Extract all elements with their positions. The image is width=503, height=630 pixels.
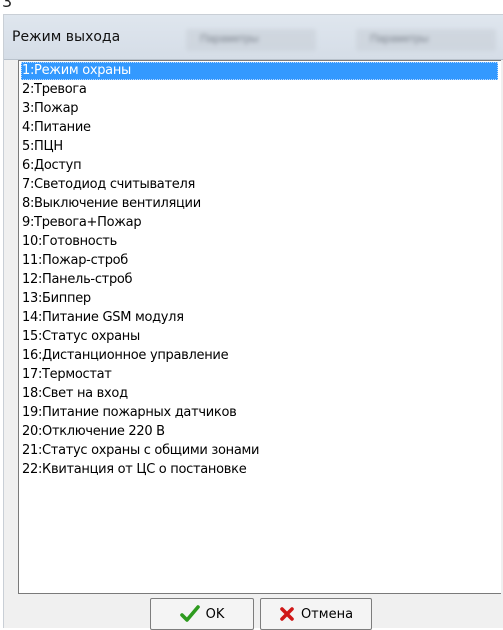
list-item[interactable]: 19:Питание пожарных датчиков [21, 404, 237, 422]
exit-mode-dialog: Режим выхода Параметры Параметры 1:Режим… [3, 14, 503, 630]
background-tab: Параметры [356, 29, 496, 51]
list-item[interactable]: 3:Пожар [21, 100, 79, 118]
background-tab: Параметры [186, 29, 316, 51]
list-item[interactable]: 20:Отключение 220 В [21, 423, 165, 441]
background-tabs: Параметры Параметры [186, 21, 503, 55]
cancel-button[interactable]: Отмена [260, 598, 372, 630]
list-item[interactable]: 18:Свет на вход [21, 385, 128, 403]
dialog-title-bar: Режим выхода Параметры Параметры [4, 15, 503, 60]
list-item[interactable]: 5:ПЦН [21, 138, 63, 156]
list-item[interactable]: 10:Готовность [21, 233, 117, 251]
list-item[interactable]: 11:Пожар-строб [21, 252, 128, 270]
list-item[interactable]: 22:Квитанция от ЦС о постановке [21, 461, 247, 479]
top-fragment-text: 3 [2, 0, 13, 11]
ok-button[interactable]: OK [150, 598, 254, 630]
list-item[interactable]: 7:Светодиод считывателя [21, 176, 195, 194]
list-item[interactable]: 8:Выключение вентиляции [21, 195, 201, 213]
list-item[interactable]: 15:Статус охраны [21, 328, 140, 346]
list-item[interactable]: 14:Питание GSM модуля [21, 309, 184, 327]
list-item[interactable]: 6:Доступ [21, 157, 82, 175]
top-strip: 3 [0, 0, 503, 14]
list-item[interactable]: 16:Дистанционное управление [21, 347, 229, 365]
list-item[interactable]: 9:Тревога+Пожар [21, 214, 142, 232]
output-mode-listbox[interactable]: 1:Режим охраны 2:Тревога 3:Пожар 4:Питание 5… [18, 60, 501, 594]
cross-icon [280, 607, 294, 621]
list-item[interactable]: 4:Питание [21, 119, 91, 137]
list-item[interactable]: 21:Статус охраны с общими зонами [21, 442, 259, 460]
list-item[interactable]: 17:Термостат [21, 366, 112, 384]
list-item[interactable]: 13:Биппер [21, 290, 91, 308]
background-tab-label: Параметры [370, 33, 429, 45]
list-item[interactable]: 12:Панель-строб [21, 271, 133, 289]
dialog-title: Режим выхода [12, 29, 121, 45]
list-item[interactable]: 1:Режим охраны [21, 62, 498, 80]
check-icon [179, 605, 200, 622]
cancel-button-label: Отмена [300, 606, 354, 622]
ok-button-label: OK [205, 606, 225, 622]
list-item[interactable]: 2:Тревога [21, 81, 87, 99]
background-tab-label: Параметры [200, 33, 259, 45]
